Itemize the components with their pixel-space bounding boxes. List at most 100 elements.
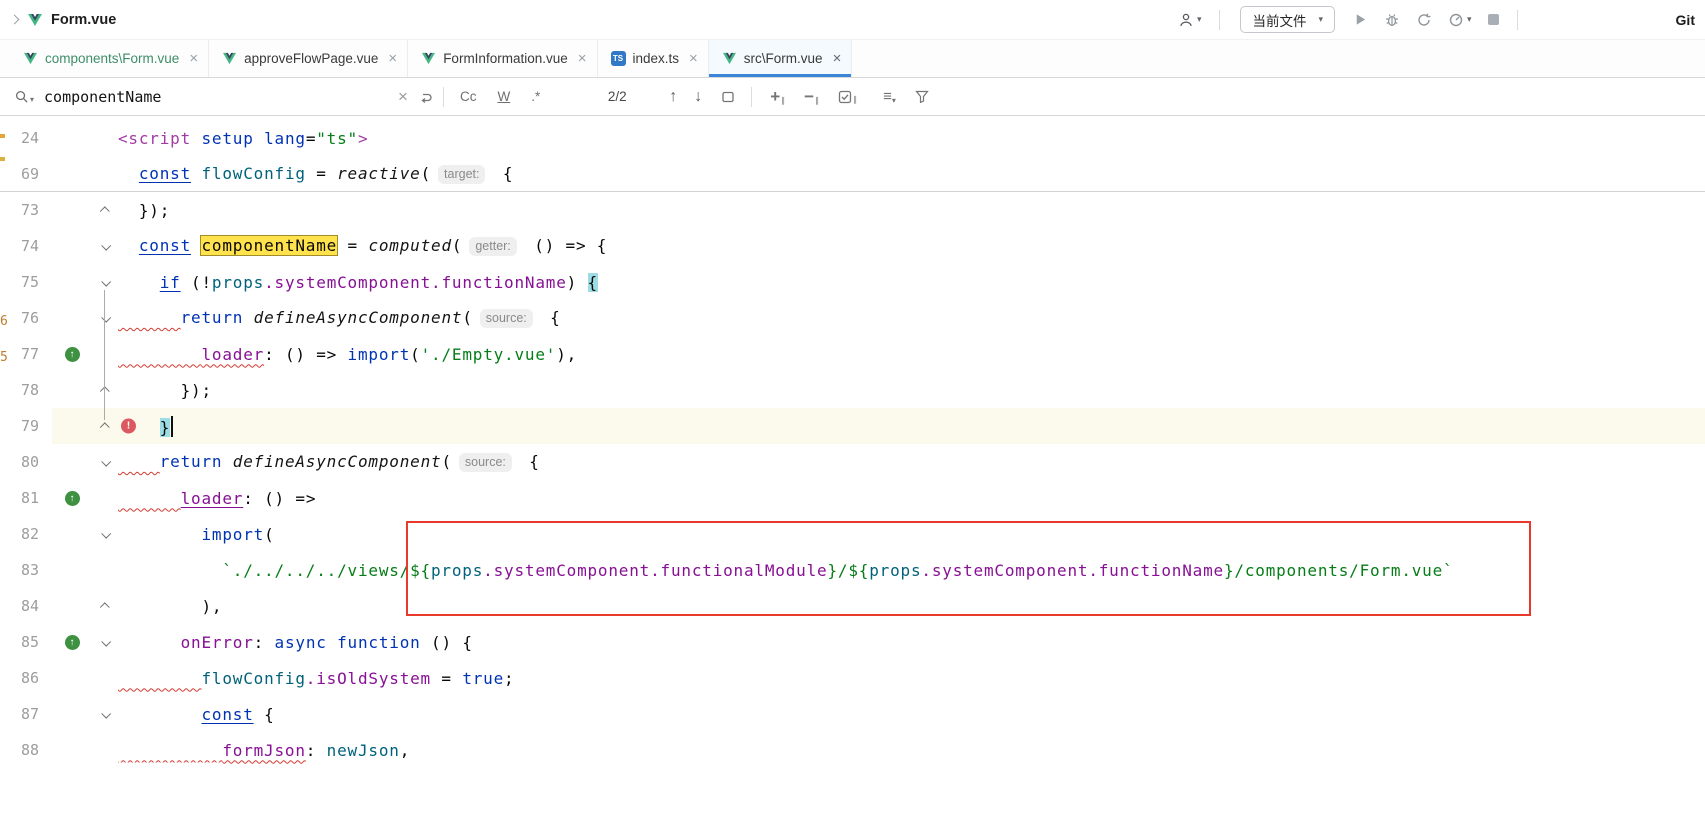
previous-match-button[interactable]: ↑ bbox=[669, 88, 677, 106]
code-text[interactable]: return defineAsyncComponent(source: { bbox=[118, 452, 540, 472]
match-case-toggle[interactable]: Cc bbox=[460, 89, 477, 104]
stop-icon[interactable] bbox=[1488, 14, 1499, 25]
search-history-icon[interactable] bbox=[419, 90, 433, 104]
fold-toggle-icon[interactable] bbox=[92, 387, 118, 394]
code-line[interactable]: 85↑ onError: async function () { bbox=[0, 624, 1705, 660]
line-number[interactable]: 75 bbox=[0, 273, 52, 291]
git-menu[interactable]: Git bbox=[1676, 12, 1695, 28]
code-line[interactable]: 73 }); bbox=[0, 192, 1705, 228]
search-options-icon[interactable]: ≡▾ bbox=[883, 88, 896, 105]
code-text[interactable]: if (!props.systemComponent.functionName)… bbox=[118, 273, 598, 292]
line-number[interactable]: 86 bbox=[0, 669, 52, 687]
fold-toggle-icon[interactable] bbox=[92, 279, 118, 286]
code-text[interactable]: return defineAsyncComponent(source: { bbox=[118, 308, 561, 328]
tab-components-form-vue[interactable]: components\Form.vue × bbox=[10, 40, 209, 77]
code-line[interactable]: 77↑ loader: () => import('./Empty.vue'), bbox=[0, 336, 1705, 372]
code-line[interactable]: 78 }); bbox=[0, 372, 1705, 408]
code-line[interactable]: 69 const flowConfig = reactive(target: { bbox=[0, 156, 1705, 192]
code-text[interactable]: flowConfig.isOldSystem = true; bbox=[118, 669, 514, 688]
code-text[interactable]: formJson: newJson, bbox=[118, 741, 410, 760]
code-text[interactable]: onError: async function () { bbox=[118, 633, 473, 652]
error-badge-icon[interactable]: ! bbox=[121, 419, 136, 434]
code-line[interactable]: 75 if (!props.systemComponent.functionNa… bbox=[0, 264, 1705, 300]
tab-approveflowpage-vue[interactable]: approveFlowPage.vue × bbox=[209, 40, 408, 77]
run-marker-icon[interactable]: ↑ bbox=[52, 635, 92, 650]
line-number[interactable]: 78 bbox=[0, 381, 52, 399]
run-marker-icon[interactable]: ↑ bbox=[52, 347, 92, 362]
regex-toggle[interactable]: .* bbox=[531, 89, 540, 104]
select-all-occurrences-button[interactable]: ∥ bbox=[838, 90, 857, 104]
code-text[interactable]: loader: () => bbox=[118, 489, 316, 508]
close-icon[interactable]: × bbox=[833, 51, 842, 66]
line-number[interactable]: 79 bbox=[0, 417, 52, 435]
run-icon[interactable] bbox=[1353, 12, 1368, 27]
code-line[interactable]: 82 import( bbox=[0, 516, 1705, 552]
close-icon[interactable]: × bbox=[578, 51, 587, 66]
fold-toggle-icon[interactable] bbox=[92, 207, 118, 214]
code-text[interactable]: loader: () => import('./Empty.vue'), bbox=[118, 345, 577, 364]
open-in-find-window-button[interactable] bbox=[721, 90, 735, 104]
close-icon[interactable]: × bbox=[689, 51, 698, 66]
user-icon[interactable]: ▾ bbox=[1178, 12, 1202, 28]
fold-toggle-icon[interactable] bbox=[92, 603, 118, 610]
fold-toggle-icon[interactable] bbox=[92, 243, 118, 250]
code-text[interactable]: }); bbox=[118, 381, 212, 400]
code-text[interactable]: const componentName = computed(getter: (… bbox=[118, 236, 607, 256]
code-line[interactable]: 74 const componentName = computed(getter… bbox=[0, 228, 1705, 264]
line-number[interactable]: 74 bbox=[0, 237, 52, 255]
fold-toggle-icon[interactable] bbox=[92, 315, 118, 322]
search-input[interactable] bbox=[44, 88, 396, 106]
line-number[interactable]: 82 bbox=[0, 525, 52, 543]
debug-icon[interactable] bbox=[1384, 12, 1400, 28]
code-line[interactable]: 86 flowConfig.isOldSystem = true; bbox=[0, 660, 1705, 696]
editor[interactable]: 24 <script setup lang="ts"> 69 const flowC… bbox=[0, 116, 1705, 820]
line-number[interactable]: 85 bbox=[0, 633, 52, 651]
whole-words-toggle[interactable]: W bbox=[497, 89, 510, 104]
code-line[interactable]: 79! } bbox=[0, 408, 1705, 444]
line-number[interactable]: 80 bbox=[0, 453, 52, 471]
fold-toggle-icon[interactable] bbox=[92, 639, 118, 646]
code-line[interactable]: 83 `./../../../views/${props.systemCompo… bbox=[0, 552, 1705, 588]
code-text[interactable]: `./../../../views/${props.systemComponen… bbox=[118, 561, 1453, 580]
breadcrumb-chevron-icon[interactable] bbox=[10, 15, 20, 25]
add-occurrence-button[interactable]: +∥ bbox=[770, 88, 785, 105]
code-line[interactable]: 88 formJson: newJson, bbox=[0, 732, 1705, 768]
code-text[interactable]: const flowConfig = reactive(target: { bbox=[118, 164, 513, 184]
search-icon[interactable]: ▾ bbox=[14, 89, 34, 104]
next-match-button[interactable]: ↓ bbox=[694, 88, 702, 106]
code-line[interactable]: 81↑ loader: () => bbox=[0, 480, 1705, 516]
close-icon[interactable]: × bbox=[388, 51, 397, 66]
filter-icon[interactable] bbox=[915, 90, 929, 103]
line-number[interactable]: 24 bbox=[0, 129, 52, 147]
line-number[interactable]: 84 bbox=[0, 597, 52, 615]
code-text[interactable]: <script setup lang="ts"> bbox=[118, 129, 368, 148]
line-number[interactable]: 88 bbox=[0, 741, 52, 759]
remove-occurrence-button[interactable]: −∥ bbox=[804, 88, 819, 105]
clear-search-icon[interactable]: × bbox=[398, 87, 408, 107]
code-text[interactable]: ), bbox=[118, 597, 222, 616]
line-number[interactable]: 73 bbox=[0, 201, 52, 219]
code-line[interactable]: 76 return defineAsyncComponent(source: { bbox=[0, 300, 1705, 336]
tab-index-ts[interactable]: TS index.ts × bbox=[598, 40, 709, 77]
code-text[interactable]: import( bbox=[118, 525, 275, 544]
fold-toggle-icon[interactable] bbox=[92, 711, 118, 718]
line-number[interactable]: 83 bbox=[0, 561, 52, 579]
line-number[interactable]: 81 bbox=[0, 489, 52, 507]
coverage-icon[interactable] bbox=[1416, 12, 1432, 28]
run-marker-icon[interactable]: ↑ bbox=[52, 491, 92, 506]
line-number[interactable]: 69 bbox=[0, 165, 52, 183]
code-line[interactable]: 84 ), bbox=[0, 588, 1705, 624]
fold-toggle-icon[interactable] bbox=[92, 423, 118, 430]
line-number[interactable]: 87 bbox=[0, 705, 52, 723]
code-line[interactable]: 87 const { bbox=[0, 696, 1705, 732]
fold-toggle-icon[interactable] bbox=[92, 459, 118, 466]
code-text[interactable]: }); bbox=[118, 201, 170, 220]
code-line[interactable]: 80 return defineAsyncComponent(source: { bbox=[0, 444, 1705, 480]
close-icon[interactable]: × bbox=[189, 51, 198, 66]
tab-forminformation-vue[interactable]: FormInformation.vue × bbox=[408, 40, 597, 77]
code-text[interactable]: const { bbox=[118, 705, 275, 724]
run-config-selector[interactable]: 当前文件 ▾ bbox=[1240, 6, 1335, 33]
fold-toggle-icon[interactable] bbox=[92, 531, 118, 538]
tab-src-form-vue[interactable]: src\Form.vue × bbox=[709, 40, 853, 77]
profiler-icon[interactable]: ▾ bbox=[1448, 12, 1472, 28]
